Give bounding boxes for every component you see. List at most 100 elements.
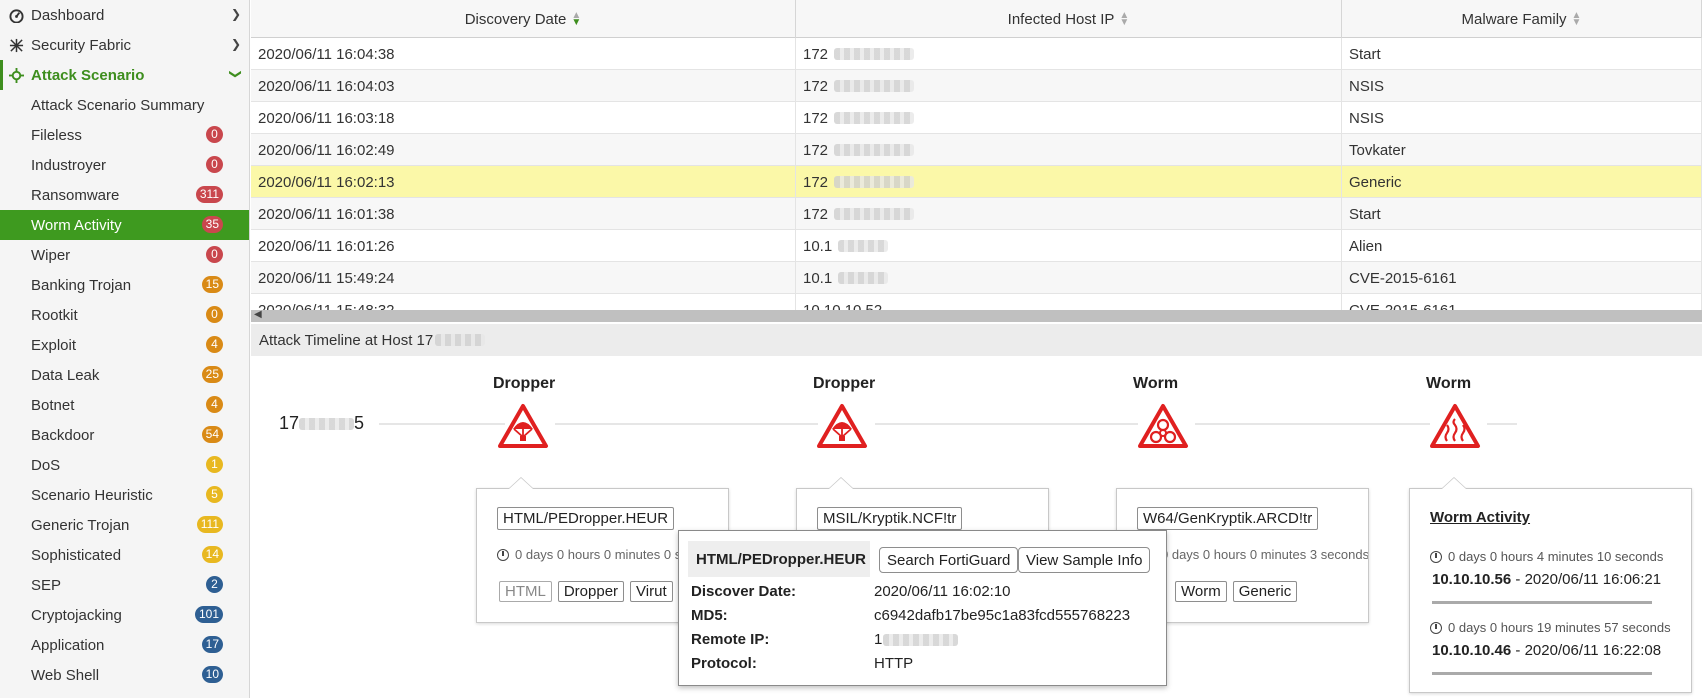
table-row[interactable]: 2020/06/11 16:04:38 172 Start bbox=[251, 38, 1702, 70]
sidebar-item-sophisticated[interactable]: Sophisticated 14 bbox=[0, 540, 249, 570]
worm-entry[interactable]: 10.10.10.56 - 2020/06/11 16:06:21 bbox=[1432, 571, 1661, 588]
nav-attack-scenario[interactable]: Attack Scenario ❯ bbox=[0, 60, 249, 90]
cell-discovery-date: 2020/06/11 16:02:13 bbox=[251, 166, 796, 198]
tag[interactable]: Generic bbox=[1232, 581, 1298, 602]
sidebar-item-scenario-heuristic[interactable]: Scenario Heuristic 5 bbox=[0, 480, 249, 510]
sidebar-item-label: Web Shell bbox=[31, 666, 100, 684]
malware-name-button[interactable]: W64/GenKryptik.ARCD!tr bbox=[1137, 507, 1319, 530]
count-badge: 2 bbox=[206, 576, 223, 593]
malware-name-button[interactable]: MSIL/Kryptik.NCF!tr bbox=[817, 507, 963, 530]
sidebar-item-label: Banking Trojan bbox=[31, 276, 132, 294]
sidebar-item-cryptojacking[interactable]: Cryptojacking 101 bbox=[0, 600, 249, 630]
chevron-down-icon: ❯ bbox=[228, 68, 243, 80]
sidebar-item-label: Backdoor bbox=[31, 426, 95, 444]
cell-malware-family: NSIS bbox=[1342, 102, 1702, 134]
nav-dashboard[interactable]: Dashboard ❯ bbox=[0, 0, 249, 30]
table-row[interactable]: 2020/06/11 16:04:03 172 NSIS bbox=[251, 70, 1702, 102]
dropper-icon[interactable] bbox=[816, 403, 868, 449]
malware-name-button[interactable]: HTML/PEDropper.HEUR bbox=[497, 507, 675, 530]
tag-list: HTML Dropper Virut bbox=[499, 581, 673, 602]
scroll-left-icon[interactable]: ◀ bbox=[254, 309, 262, 320]
sidebar-item-dos[interactable]: DoS 1 bbox=[0, 450, 249, 480]
count-badge: 14 bbox=[201, 546, 223, 563]
sidebar-item-wiper[interactable]: Wiper 0 bbox=[0, 240, 249, 270]
stage-title: Dropper bbox=[493, 375, 556, 392]
stage-title: Worm bbox=[1133, 375, 1179, 392]
sidebar-item-worm-activity[interactable]: Worm Activity 35 bbox=[0, 210, 249, 240]
count-badge: 0 bbox=[206, 306, 223, 323]
sidebar-item-fileless[interactable]: Fileless 0 bbox=[0, 120, 249, 150]
horizontal-scrollbar[interactable]: ◀ bbox=[251, 309, 1702, 322]
sidebar-item-label: Exploit bbox=[31, 336, 77, 354]
worm-activity-link[interactable]: Worm Activity bbox=[1430, 509, 1530, 526]
sidebar-item-generic-trojan[interactable]: Generic Trojan 111 bbox=[0, 510, 249, 540]
sidebar-item-label: Cryptojacking bbox=[31, 606, 122, 624]
column-discovery-date[interactable]: Discovery Date ▲ ▼ bbox=[251, 0, 796, 38]
sidebar-item-backdoor[interactable]: Backdoor 54 bbox=[0, 420, 249, 450]
sidebar-item-rootkit[interactable]: Rootkit 0 bbox=[0, 300, 249, 330]
sidebar-item-data-leak[interactable]: Data Leak 25 bbox=[0, 360, 249, 390]
ip-text: 172 bbox=[803, 141, 829, 159]
table-row[interactable]: 2020/06/11 16:03:18 172 NSIS bbox=[251, 102, 1702, 134]
sidebar-item-exploit[interactable]: Exploit 4 bbox=[0, 330, 249, 360]
sidebar-item-label: Wiper bbox=[31, 246, 71, 264]
remote-ip-value: 1 bbox=[874, 631, 883, 648]
cell-malware-family: Generic bbox=[1342, 166, 1702, 198]
entry-duration: 0 days 0 hours 19 minutes 57 seconds bbox=[1430, 620, 1671, 635]
search-fortiguard-button[interactable]: Search FortiGuard bbox=[879, 547, 1019, 573]
sort-icon[interactable]: ▲ ▼ bbox=[1572, 11, 1582, 28]
sidebar-item-sep[interactable]: SEP 2 bbox=[0, 570, 249, 600]
table-row[interactable]: 2020/06/11 16:01:38 172 Start bbox=[251, 198, 1702, 230]
biohazard-icon[interactable] bbox=[1137, 403, 1189, 449]
table-row[interactable]: 2020/06/11 16:02:13 172 Generic bbox=[251, 166, 1702, 198]
duration-text: 0 days 0 hours 4 minutes 10 seconds bbox=[1448, 549, 1664, 564]
worm-entry[interactable]: 10.10.10.46 - 2020/06/11 16:22:08 bbox=[1432, 642, 1661, 659]
cell-infected-host-ip: 10.1 bbox=[796, 262, 1342, 294]
entry-time: 2020/06/11 16:22:08 bbox=[1524, 642, 1662, 659]
count-badge: 0 bbox=[206, 156, 223, 173]
tag[interactable]: Dropper bbox=[557, 581, 625, 602]
column-label: Infected Host IP bbox=[1007, 10, 1115, 28]
table-row[interactable]: 2020/06/11 15:49:24 10.1 CVE-2015-6161 bbox=[251, 262, 1702, 294]
sidebar-item-web-shell[interactable]: Web Shell 10 bbox=[0, 660, 249, 690]
redacted-ip bbox=[834, 48, 915, 60]
timeline-connector bbox=[379, 423, 505, 425]
sort-icon[interactable]: ▲ ▼ bbox=[1119, 11, 1129, 28]
column-malware-family[interactable]: Malware Family ▲ ▼ bbox=[1342, 0, 1702, 38]
cell-infected-host-ip: 10.1 bbox=[796, 230, 1342, 262]
table-row[interactable]: 2020/06/11 16:02:49 172 Tovkater bbox=[251, 134, 1702, 166]
table-row[interactable]: 2020/06/11 16:01:26 10.1 Alien bbox=[251, 230, 1702, 262]
sidebar-item-ransomware[interactable]: Ransomware 311 bbox=[0, 180, 249, 210]
entry-ip: 10.10.10.56 bbox=[1432, 571, 1512, 588]
card-notch bbox=[1441, 477, 1467, 489]
timeline-connector bbox=[1487, 423, 1517, 425]
cell-malware-family: Start bbox=[1342, 38, 1702, 70]
sort-icon[interactable]: ▲ ▼ bbox=[571, 11, 581, 28]
sidebar-item-application[interactable]: Application 17 bbox=[0, 630, 249, 660]
card-notch bbox=[508, 477, 534, 489]
cell-discovery-date: 2020/06/11 16:04:03 bbox=[251, 70, 796, 102]
cell-discovery-date: 2020/06/11 16:04:38 bbox=[251, 38, 796, 70]
ip-text: 172 bbox=[803, 205, 829, 223]
count-badge: 1 bbox=[206, 456, 223, 473]
cell-infected-host-ip: 172 bbox=[796, 70, 1342, 102]
tag[interactable]: Worm bbox=[1175, 581, 1227, 602]
dropper-icon[interactable] bbox=[497, 403, 549, 449]
entry-time: 2020/06/11 16:06:21 bbox=[1524, 571, 1662, 588]
worm-icon[interactable] bbox=[1429, 403, 1481, 449]
nav-security-fabric[interactable]: Security Fabric ❯ bbox=[0, 30, 249, 60]
entry-duration: 0 days 0 hours 4 minutes 10 seconds bbox=[1430, 549, 1663, 564]
count-badge: 311 bbox=[195, 186, 223, 203]
ip-text: 10.1 bbox=[803, 237, 833, 255]
redacted-ip bbox=[838, 240, 889, 252]
ip-text: 172 bbox=[803, 109, 829, 127]
column-infected-host-ip[interactable]: Infected Host IP ▲ ▼ bbox=[796, 0, 1342, 38]
clock-icon bbox=[1430, 621, 1442, 634]
tag[interactable]: Virut bbox=[630, 581, 673, 602]
view-sample-info-button[interactable]: View Sample Info bbox=[1018, 547, 1151, 573]
sidebar-item-summary[interactable]: Attack Scenario Summary bbox=[0, 90, 249, 120]
sidebar-item-botnet[interactable]: Botnet 4 bbox=[0, 390, 249, 420]
sidebar-item-industroyer[interactable]: Industroyer 0 bbox=[0, 150, 249, 180]
tag[interactable]: HTML bbox=[499, 581, 552, 602]
sidebar-item-banking-trojan[interactable]: Banking Trojan 15 bbox=[0, 270, 249, 300]
